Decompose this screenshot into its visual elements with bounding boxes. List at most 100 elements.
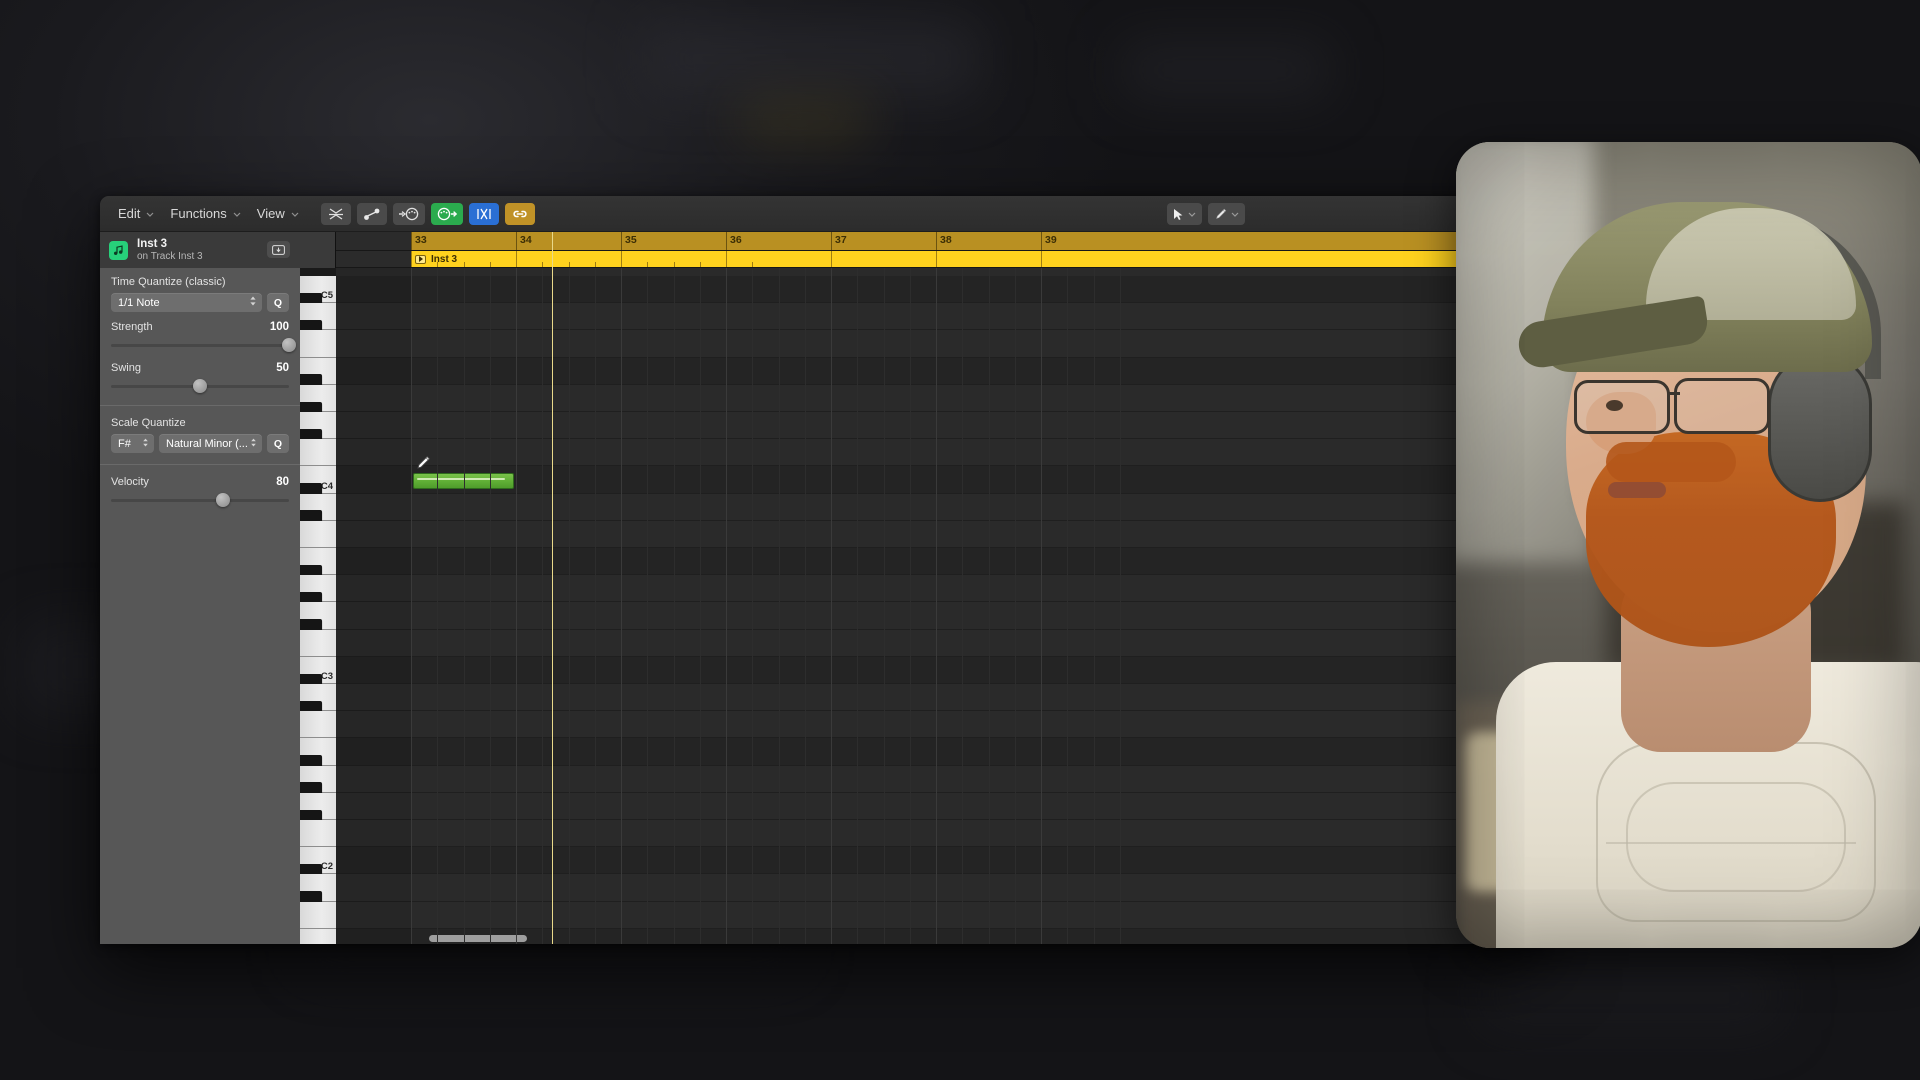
scale-quantize-label: Scale Quantize: [111, 417, 186, 429]
time-quantize-select[interactable]: 1/1 Note: [111, 293, 262, 312]
piano-white-key[interactable]: [300, 820, 336, 848]
grid-beat-line: [883, 268, 885, 944]
ruler-bar-number: 34: [520, 234, 532, 246]
scrollbar-thumb[interactable]: [429, 935, 527, 942]
grid-bar-line: [831, 268, 832, 944]
piano-white-key[interactable]: [300, 711, 336, 739]
person-eye: [1606, 400, 1623, 411]
scale-key-value: F#: [118, 437, 131, 450]
chevron-down-icon: [291, 210, 299, 218]
velocity-label: Velocity: [111, 476, 149, 488]
region-bar-tick: [516, 251, 517, 267]
scale-type-select[interactable]: Natural Minor (...: [159, 434, 262, 453]
note-velocity-icon[interactable]: [356, 202, 387, 225]
piano-keyboard: C5C4C3C2C1: [300, 232, 336, 944]
grid-beat-line: [1093, 268, 1095, 944]
region-beat-tick: [673, 262, 675, 267]
horizontal-scrollbar[interactable]: [336, 932, 1545, 944]
region-block-name: Inst 3: [431, 253, 458, 265]
region-block[interactable]: Inst 3: [411, 251, 1545, 267]
region-beat-tick: [699, 262, 701, 267]
timeline-ruler[interactable]: 33 34 35 36 37 38 39: [336, 232, 1545, 251]
strength-value: 100: [269, 321, 289, 333]
midi-out-icon[interactable]: [430, 202, 463, 225]
pencil-icon: [415, 455, 431, 471]
ruler-region-span: 33 34 35 36 37 38 39: [411, 232, 1545, 250]
note-velocity-bar: [417, 478, 505, 480]
region-bar-tick: [621, 251, 622, 267]
menu-edit-label: Edit: [118, 206, 141, 221]
piano-white-key[interactable]: [300, 901, 336, 929]
piano-roll-editor: C5C4C3C2C1 33343536373839 Inst 3: [300, 232, 1545, 944]
grid-beat-line: [988, 268, 990, 944]
region-beat-tick: [489, 262, 491, 267]
pointer-tool[interactable]: [1167, 203, 1202, 225]
piano-white-key[interactable]: [300, 520, 336, 548]
grid-bar-line: [726, 268, 727, 944]
shirt-graphic: [1606, 842, 1856, 844]
grid-bar-line: [516, 268, 517, 944]
stepper-arrows-icon: [249, 295, 257, 310]
flex-time-icon[interactable]: [468, 202, 499, 225]
slider-track: [111, 344, 289, 347]
swing-slider[interactable]: [111, 378, 289, 394]
piano-white-key[interactable]: [300, 439, 336, 467]
grid-beat-line: [463, 268, 465, 944]
person-mustache: [1606, 442, 1736, 482]
region-background: [411, 268, 1545, 944]
grid-beat-line: [1119, 268, 1121, 944]
menu-edit[interactable]: Edit: [110, 203, 162, 225]
playhead[interactable]: [552, 232, 553, 944]
menu-functions[interactable]: Functions: [162, 203, 248, 225]
scale-quantize-q-button[interactable]: Q: [267, 434, 289, 453]
piano-white-key[interactable]: [300, 330, 336, 358]
note-grid[interactable]: [336, 268, 1545, 944]
slider-knob[interactable]: [193, 379, 207, 393]
grid-beat-line: [489, 268, 491, 944]
region-beat-tick: [463, 262, 465, 267]
piano-key-label: C5: [320, 290, 333, 302]
strength-slider[interactable]: [111, 337, 296, 353]
chevron-down-icon: [233, 210, 241, 218]
editor-body: Inst 3 on Track Inst 3 Time Quantize (cl…: [100, 232, 1545, 944]
piano-white-key[interactable]: [300, 928, 336, 944]
region-bar[interactable]: Inst 3: [336, 251, 1545, 268]
region-play-icon[interactable]: [415, 254, 426, 264]
scale-key-select[interactable]: F#: [111, 434, 154, 453]
grid-beat-line: [804, 268, 806, 944]
ruler-bar-number: 37: [835, 234, 847, 246]
region-name: Inst 3: [137, 237, 168, 250]
region-beat-tick: [752, 262, 754, 267]
chevron-down-icon: [1231, 210, 1239, 218]
grid-beat-line: [437, 268, 439, 944]
webcam-overlay: [1456, 142, 1920, 948]
midi-in-icon[interactable]: [392, 202, 425, 225]
velocity-section: Velocity 80: [100, 465, 300, 517]
time-quantize-q-button[interactable]: Q: [267, 293, 289, 312]
time-quantize-controls: 1/1 Note Q: [111, 293, 289, 312]
piano-white-key[interactable]: [300, 629, 336, 657]
time-quantize-section: Time Quantize (classic) 1/1 Note Q: [100, 276, 300, 321]
grid-beat-line: [673, 268, 675, 944]
backdrop-shape: [1120, 40, 1330, 100]
link-icon[interactable]: [504, 202, 535, 225]
menu-view-label: View: [256, 206, 285, 221]
slider-knob[interactable]: [282, 338, 296, 352]
menu-view[interactable]: View: [249, 203, 307, 225]
keyboard-keys[interactable]: C5C4C3C2C1: [300, 268, 336, 944]
swing-label: Swing: [111, 362, 141, 374]
keyboard-corner: [300, 232, 336, 268]
ruler-bar-number: 35: [625, 234, 637, 246]
backdrop-shape: [1480, 960, 1780, 1030]
add-region-icon[interactable]: [267, 241, 290, 258]
slider-knob[interactable]: [216, 493, 231, 507]
region-bar-tick: [1041, 251, 1042, 267]
grid-beat-line: [1014, 268, 1016, 944]
region-beat-tick: [542, 262, 544, 267]
grid-container: 33 34 35 36 37 38 39 Inst 3: [336, 232, 1545, 944]
collapse-mode-icon[interactable]: [320, 202, 351, 225]
grid-beat-line: [542, 268, 544, 944]
pencil-tool[interactable]: [1208, 203, 1245, 225]
glasses-lens-right: [1674, 378, 1770, 434]
velocity-slider[interactable]: [111, 492, 289, 508]
